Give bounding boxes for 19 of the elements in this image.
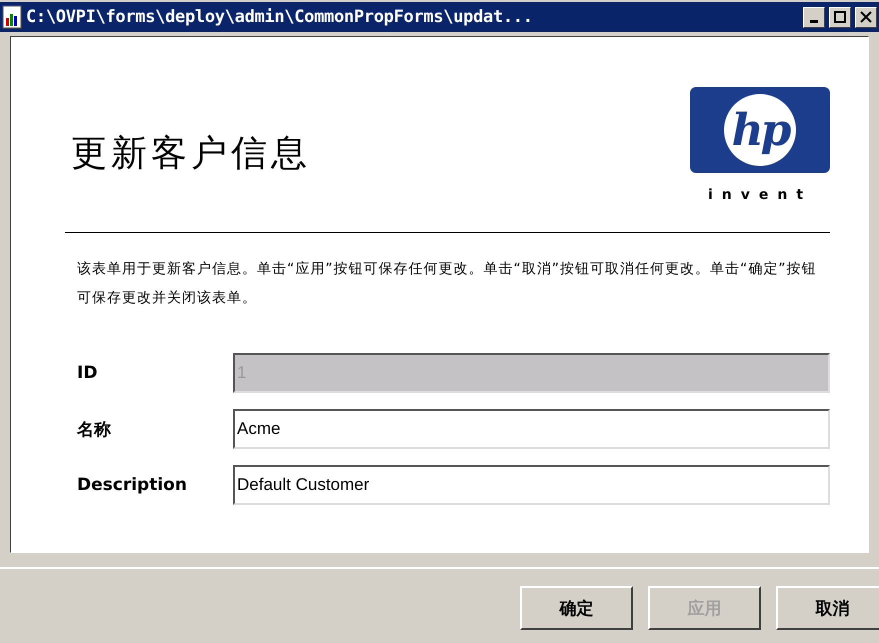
description-text: 该表单用于更新客户信息。单击“应用”按钮可保存任何更改。单击“取消”按钮可取消任何更改。单击“确定”按钮可保存更改并关闭该表单。 xyxy=(77,260,818,308)
form-icon xyxy=(2,5,22,29)
text-field[interactable]: Acme xyxy=(233,409,830,449)
form-title: 更新客户信息 xyxy=(71,132,311,176)
window-title: C:\OVPI\forms\deploy\admin\CommonPropForms\updat... xyxy=(26,7,534,27)
dialog-button[interactable]: 确定 xyxy=(520,586,633,630)
text-field[interactable]: Default Customer xyxy=(233,465,830,505)
maximize-button[interactable] xyxy=(829,6,851,28)
field-label: ID xyxy=(77,363,98,383)
close-button[interactable] xyxy=(855,6,877,28)
minimize-icon xyxy=(810,20,818,22)
maximize-icon xyxy=(834,11,846,23)
logo-mark: hp xyxy=(724,94,796,166)
minimize-button[interactable] xyxy=(803,6,825,28)
field-label: 名称 xyxy=(77,418,112,440)
field-label: Description xyxy=(77,475,188,495)
logo-tagline: invent xyxy=(708,187,812,203)
dialog-button[interactable]: 取消 xyxy=(776,586,879,630)
close-icon xyxy=(860,11,872,23)
